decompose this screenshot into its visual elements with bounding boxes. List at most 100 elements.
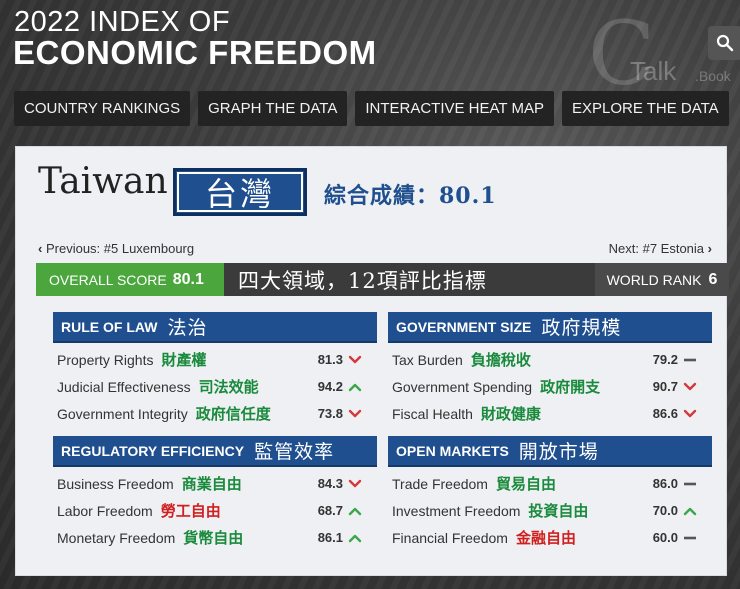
watermark-talk: Talk	[630, 56, 677, 86]
country-name-zh: 台灣	[173, 168, 307, 216]
trend-down-icon	[682, 407, 698, 421]
overall-score-value: 80.1	[172, 270, 204, 288]
indicator-name-zh: 司法效能	[198, 379, 259, 396]
world-rank-badge: WORLD RANK 6	[595, 263, 729, 296]
indicator-name-zh: 投資自由	[528, 503, 589, 520]
indicator-name-zh: 貨幣自由	[183, 530, 244, 547]
indicator-name-zh: 商業自由	[181, 476, 242, 493]
indicator-score: 73.8	[317, 406, 343, 421]
panel-title: REGULATORY EFFICIENCY	[61, 442, 245, 459]
previous-country-label: Previous: #5 Luxembourg	[45, 241, 195, 256]
panel-title: RULE OF LAW	[61, 318, 158, 335]
panel-government-size: GOVERNMENT SIZE 政府規模 Tax Burden 負擔稅收 79.2 Gov…	[388, 312, 712, 427]
trend-down-icon	[347, 477, 363, 491]
trend-flat-icon	[682, 531, 698, 545]
indicator-name: Tax Burden	[392, 351, 463, 368]
indicator-score: 68.7	[317, 503, 343, 518]
indicator-name: Government Integrity	[57, 405, 188, 422]
nav-explore-the-data[interactable]: EXPLORE THE DATA	[561, 91, 729, 126]
main-nav: COUNTRY RANKINGS GRAPH THE DATA INTERACT…	[14, 91, 729, 126]
indicator-name-zh: 金融自由	[515, 530, 576, 547]
panel-title-zh: 監管效率	[254, 441, 335, 463]
score-zh: 綜合成績：80.1	[324, 183, 497, 209]
trend-flat-icon	[682, 353, 698, 367]
indicator-score: 79.2	[652, 352, 678, 367]
indicator-name-zh: 貿易自由	[495, 476, 556, 493]
indicator-name: Trade Freedom	[392, 475, 488, 492]
indicator-name-zh: 負擔稅收	[470, 352, 531, 369]
indicator-score: 81.3	[317, 352, 343, 367]
indicator-name: Judicial Effectiveness	[57, 378, 191, 395]
indicator-name: Business Freedom	[57, 475, 174, 492]
indicator-name: Government Spending	[392, 378, 533, 395]
indicator-row-fiscal-health[interactable]: Fiscal Health 財政健康 86.6	[388, 400, 712, 427]
trend-up-icon	[347, 531, 363, 545]
panel-title-zh: 開放市場	[518, 441, 599, 463]
trend-up-icon	[347, 380, 363, 394]
indicator-row-monetary-freedom[interactable]: Monetary Freedom 貨幣自由 86.1	[53, 524, 377, 551]
indicator-name-zh: 財政健康	[480, 406, 541, 423]
indicator-score: 86.6	[652, 406, 678, 421]
world-rank-value: 6	[708, 270, 718, 288]
indicator-row-trade-freedom[interactable]: Trade Freedom 貿易自由 86.0	[388, 470, 712, 497]
trend-up-icon	[682, 504, 698, 518]
watermark-book: .Book	[695, 68, 731, 84]
indicator-score: 84.3	[317, 476, 343, 491]
indicator-row-government-spending[interactable]: Government Spending 政府開支 90.7	[388, 373, 712, 400]
indicator-row-business-freedom[interactable]: Business Freedom 商業自由 84.3	[53, 470, 377, 497]
trend-up-icon	[347, 504, 363, 518]
panel-rule-of-law: RULE OF LAW 法治 Property Rights 財產權 81.3 Judic…	[53, 312, 377, 427]
panel-title: GOVERNMENT SIZE	[396, 318, 532, 335]
indicator-name-zh: 勞工自由	[160, 503, 221, 520]
nav-graph-the-data[interactable]: GRAPH THE DATA	[198, 91, 348, 126]
indicator-row-tax-burden[interactable]: Tax Burden 負擔稅收 79.2	[388, 346, 712, 373]
panel-header: REGULATORY EFFICIENCY 監管效率	[53, 436, 377, 467]
indicator-row-property-rights[interactable]: Property Rights 財產權 81.3	[53, 346, 377, 373]
panel-title-zh: 法治	[167, 317, 208, 339]
trend-flat-icon	[682, 477, 698, 491]
indicator-score: 86.1	[317, 530, 343, 545]
next-country-link[interactable]: Next: #7 Estonia ›	[609, 241, 712, 256]
indicator-row-judicial-effectiveness[interactable]: Judicial Effectiveness 司法效能 94.2	[53, 373, 377, 400]
indicator-row-government-integrity[interactable]: Government Integrity 政府信任度 73.8	[53, 400, 377, 427]
next-country-label: Next: #7 Estonia	[608, 241, 705, 256]
panel-open-markets: OPEN MARKETS 開放市場 Trade Freedom 貿易自由 86.0 Inv…	[388, 436, 712, 551]
indicator-row-financial-freedom[interactable]: Financial Freedom 金融自由 60.0	[388, 524, 712, 551]
previous-country-link[interactable]: ‹ Previous: #5 Luxembourg	[38, 241, 194, 256]
panel-header: OPEN MARKETS 開放市場	[388, 436, 712, 467]
panel-header: GOVERNMENT SIZE 政府規模	[388, 312, 712, 343]
search-icon	[716, 34, 734, 52]
indicator-score: 70.0	[652, 503, 678, 518]
index-title-main: ECONOMIC FREEDOM	[13, 34, 377, 71]
indicator-name: Fiscal Health	[392, 405, 473, 422]
indicator-name-zh: 政府開支	[540, 379, 601, 396]
trend-down-icon	[347, 407, 363, 421]
score-bar: OVERALL SCORE 80.1 四大領域，12項評比指標 WORLD RA…	[36, 263, 729, 296]
trend-down-icon	[347, 353, 363, 367]
indicator-name-zh: 財產權	[161, 352, 207, 369]
indicator-name: Labor Freedom	[57, 502, 153, 519]
indicator-score: 60.0	[652, 530, 678, 545]
country-card: Taiwan 台灣 綜合成績：80.1 ‹ Previous: #5 Luxem…	[15, 146, 729, 576]
chevron-left-icon: ‹	[38, 241, 43, 256]
chevron-right-icon: ›	[707, 241, 712, 256]
nav-interactive-heat-map[interactable]: INTERACTIVE HEAT MAP	[355, 91, 554, 126]
search-button[interactable]	[708, 26, 740, 60]
watermark-c-glyph: C	[588, 2, 656, 105]
panel-title: OPEN MARKETS	[396, 442, 509, 459]
indicator-score: 86.0	[652, 476, 678, 491]
indicator-row-labor-freedom[interactable]: Labor Freedom 勞工自由 68.7	[53, 497, 377, 524]
panel-regulatory-efficiency: REGULATORY EFFICIENCY 監管效率 Business Freedo…	[53, 436, 377, 551]
overall-score-badge: OVERALL SCORE 80.1	[36, 263, 224, 296]
indicator-name: Property Rights	[57, 351, 154, 368]
subtitle-zh: 四大領域，12項評比指標	[238, 268, 487, 293]
indicator-score: 90.7	[652, 379, 678, 394]
nav-country-rankings[interactable]: COUNTRY RANKINGS	[14, 91, 191, 126]
panel-title-zh: 政府規模	[541, 317, 622, 339]
indicator-row-investment-freedom[interactable]: Investment Freedom 投資自由 70.0	[388, 497, 712, 524]
country-name: Taiwan	[38, 161, 168, 202]
world-rank-label: WORLD RANK	[606, 271, 702, 288]
panel-header: RULE OF LAW 法治	[53, 312, 377, 343]
indicator-name-zh: 政府信任度	[195, 406, 271, 423]
indicator-name: Investment Freedom	[392, 502, 521, 519]
